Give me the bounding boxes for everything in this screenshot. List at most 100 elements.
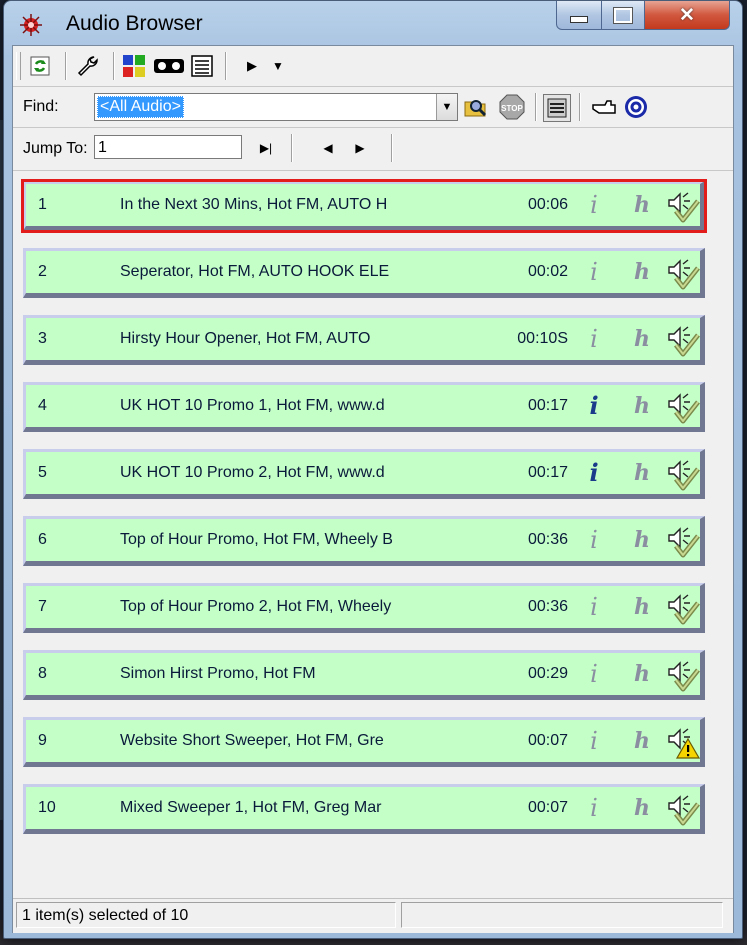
hook-icon[interactable]: h — [630, 251, 654, 293]
jump-toolbar: Jump To: 1 ▶| ◀ ▶ — [13, 128, 733, 171]
cart-view-icon — [154, 59, 184, 73]
title-bar[interactable]: Audio Browser ✕ — [4, 1, 742, 45]
play-button[interactable]: ▶ — [239, 53, 265, 79]
app-icon — [20, 14, 42, 36]
jump-end-button[interactable]: ▶| — [253, 135, 279, 161]
item-duration: 00:07 — [527, 732, 568, 749]
list-item[interactable]: 6 Top of Hour Promo, Hot FM, Wheely B 00… — [23, 516, 705, 566]
play-options-dropdown[interactable]: ▼ — [265, 53, 291, 79]
find-toolbar: Find: <All Audio> ▼ STOP — [13, 87, 733, 128]
list-view-button[interactable] — [189, 53, 215, 79]
item-number: 2 — [38, 263, 47, 280]
item-duration: 00:02 — [527, 263, 568, 280]
jump-label: Jump To: — [23, 140, 88, 157]
close-button[interactable]: ✕ — [645, 1, 730, 30]
item-title: Mixed Sweeper 1, Hot FM, Greg Mar — [120, 799, 382, 816]
speaker-check-icon[interactable] — [666, 457, 700, 491]
list-item[interactable]: 1 In the Next 30 Mins, Hot FM, AUTO H 00… — [21, 179, 707, 233]
status-bar: 1 item(s) selected of 10 — [13, 898, 733, 933]
find-value: <All Audio> — [97, 96, 184, 118]
hook-icon[interactable]: h — [630, 385, 654, 427]
hook-icon[interactable]: h — [630, 787, 654, 829]
prev-button[interactable]: ◀ — [315, 135, 341, 161]
list-item[interactable]: 9 Website Short Sweeper, Hot FM, Gre 00:… — [23, 717, 705, 767]
list-item[interactable]: 5 UK HOT 10 Promo 2, Hot FM, www.d 00:17… — [23, 449, 705, 499]
info-icon[interactable]: i — [582, 720, 606, 762]
cart-view-button[interactable] — [153, 53, 185, 79]
svg-text:STOP: STOP — [501, 104, 523, 113]
speaker-check-icon[interactable] — [666, 256, 700, 290]
pointer-button[interactable] — [591, 94, 617, 120]
hook-icon[interactable]: h — [630, 184, 654, 226]
maximize-button[interactable] — [602, 1, 645, 30]
toolbar-separator — [225, 52, 227, 80]
audio-list[interactable]: 1 In the Next 30 Mins, Hot FM, AUTO H 00… — [13, 171, 733, 897]
item-duration: 00:07 — [527, 799, 568, 816]
prev-icon: ◀ — [323, 141, 333, 155]
hand-point-icon — [592, 100, 616, 114]
list-item[interactable]: 10 Mixed Sweeper 1, Hot FM, Greg Mar 00:… — [23, 784, 705, 834]
find-combobox[interactable]: <All Audio> ▼ — [94, 93, 458, 121]
info-icon[interactable]: i — [582, 519, 606, 561]
item-duration: 00:36 — [527, 598, 568, 615]
hook-icon[interactable]: h — [630, 653, 654, 695]
list-item[interactable]: 7 Top of Hour Promo 2, Hot FM, Wheely 00… — [23, 583, 705, 633]
info-icon[interactable]: i — [582, 385, 606, 427]
list-item[interactable]: 2 Seperator, Hot FM, AUTO HOOK ELE 00:02… — [23, 248, 705, 298]
speaker-warning-icon[interactable] — [666, 725, 700, 759]
next-button[interactable]: ▶ — [347, 135, 373, 161]
hook-icon[interactable]: h — [630, 452, 654, 494]
list-item[interactable]: 3 Hirsty Hour Opener, Hot FM, AUTO 00:10… — [23, 315, 705, 365]
target-button[interactable] — [623, 94, 649, 120]
list-item[interactable]: 8 Simon Hirst Promo, Hot FM 00:29 i h — [23, 650, 705, 700]
item-title: Top of Hour Promo 2, Hot FM, Wheely — [120, 598, 392, 615]
item-number: 9 — [38, 732, 47, 749]
hook-icon[interactable]: h — [630, 720, 654, 762]
find-dropdown-button[interactable]: ▼ — [436, 94, 457, 120]
item-number: 8 — [38, 665, 47, 682]
item-title: UK HOT 10 Promo 2, Hot FM, www.d — [120, 464, 385, 481]
speaker-check-icon[interactable] — [666, 189, 700, 223]
item-title: Website Short Sweeper, Hot FM, Gre — [120, 732, 384, 749]
speaker-check-icon[interactable] — [666, 591, 700, 625]
hook-icon[interactable]: h — [630, 519, 654, 561]
info-icon[interactable]: i — [582, 318, 606, 360]
minimize-button[interactable] — [556, 1, 602, 30]
hook-icon[interactable]: h — [630, 318, 654, 360]
search-button[interactable] — [463, 94, 489, 120]
list-item[interactable]: 4 UK HOT 10 Promo 1, Hot FM, www.d 00:17… — [23, 382, 705, 432]
toolbar-separator — [65, 52, 67, 80]
item-duration: 00:29 — [527, 665, 568, 682]
audio-browser-window: Audio Browser ✕ ▶ ▼ Find: <All Audio> ▼ … — [3, 0, 743, 939]
toolbar-separator — [391, 134, 393, 162]
stop-button[interactable]: STOP — [499, 94, 525, 120]
speaker-check-icon[interactable] — [666, 792, 700, 826]
info-icon[interactable]: i — [582, 251, 606, 293]
refresh-button[interactable] — [27, 53, 53, 79]
info-icon[interactable]: i — [582, 787, 606, 829]
list-view-icon — [191, 55, 213, 77]
speaker-check-icon[interactable] — [666, 390, 700, 424]
cart-machine-button[interactable] — [543, 94, 571, 122]
item-title: In the Next 30 Mins, Hot FM, AUTO H — [120, 196, 388, 213]
color-view-button[interactable] — [121, 53, 147, 79]
info-icon[interactable]: i — [582, 452, 606, 494]
item-title: Seperator, Hot FM, AUTO HOOK ELE — [120, 263, 390, 280]
hook-icon[interactable]: h — [630, 586, 654, 628]
info-icon[interactable]: i — [582, 184, 606, 226]
target-icon — [625, 96, 647, 118]
item-title: Top of Hour Promo, Hot FM, Wheely B — [120, 531, 393, 548]
status-text: 1 item(s) selected of 10 — [16, 902, 396, 928]
speaker-check-icon[interactable] — [666, 658, 700, 692]
toolbar-separator — [535, 93, 537, 121]
toolbar-grip[interactable] — [16, 52, 21, 80]
search-folder-icon — [464, 100, 487, 117]
item-title: Simon Hirst Promo, Hot FM — [120, 665, 316, 682]
settings-button[interactable] — [75, 53, 101, 79]
speaker-check-icon[interactable] — [666, 524, 700, 558]
speaker-check-icon[interactable] — [666, 323, 700, 357]
item-duration: 00:36 — [527, 531, 568, 548]
jump-input[interactable]: 1 — [94, 135, 242, 159]
info-icon[interactable]: i — [582, 586, 606, 628]
info-icon[interactable]: i — [582, 653, 606, 695]
